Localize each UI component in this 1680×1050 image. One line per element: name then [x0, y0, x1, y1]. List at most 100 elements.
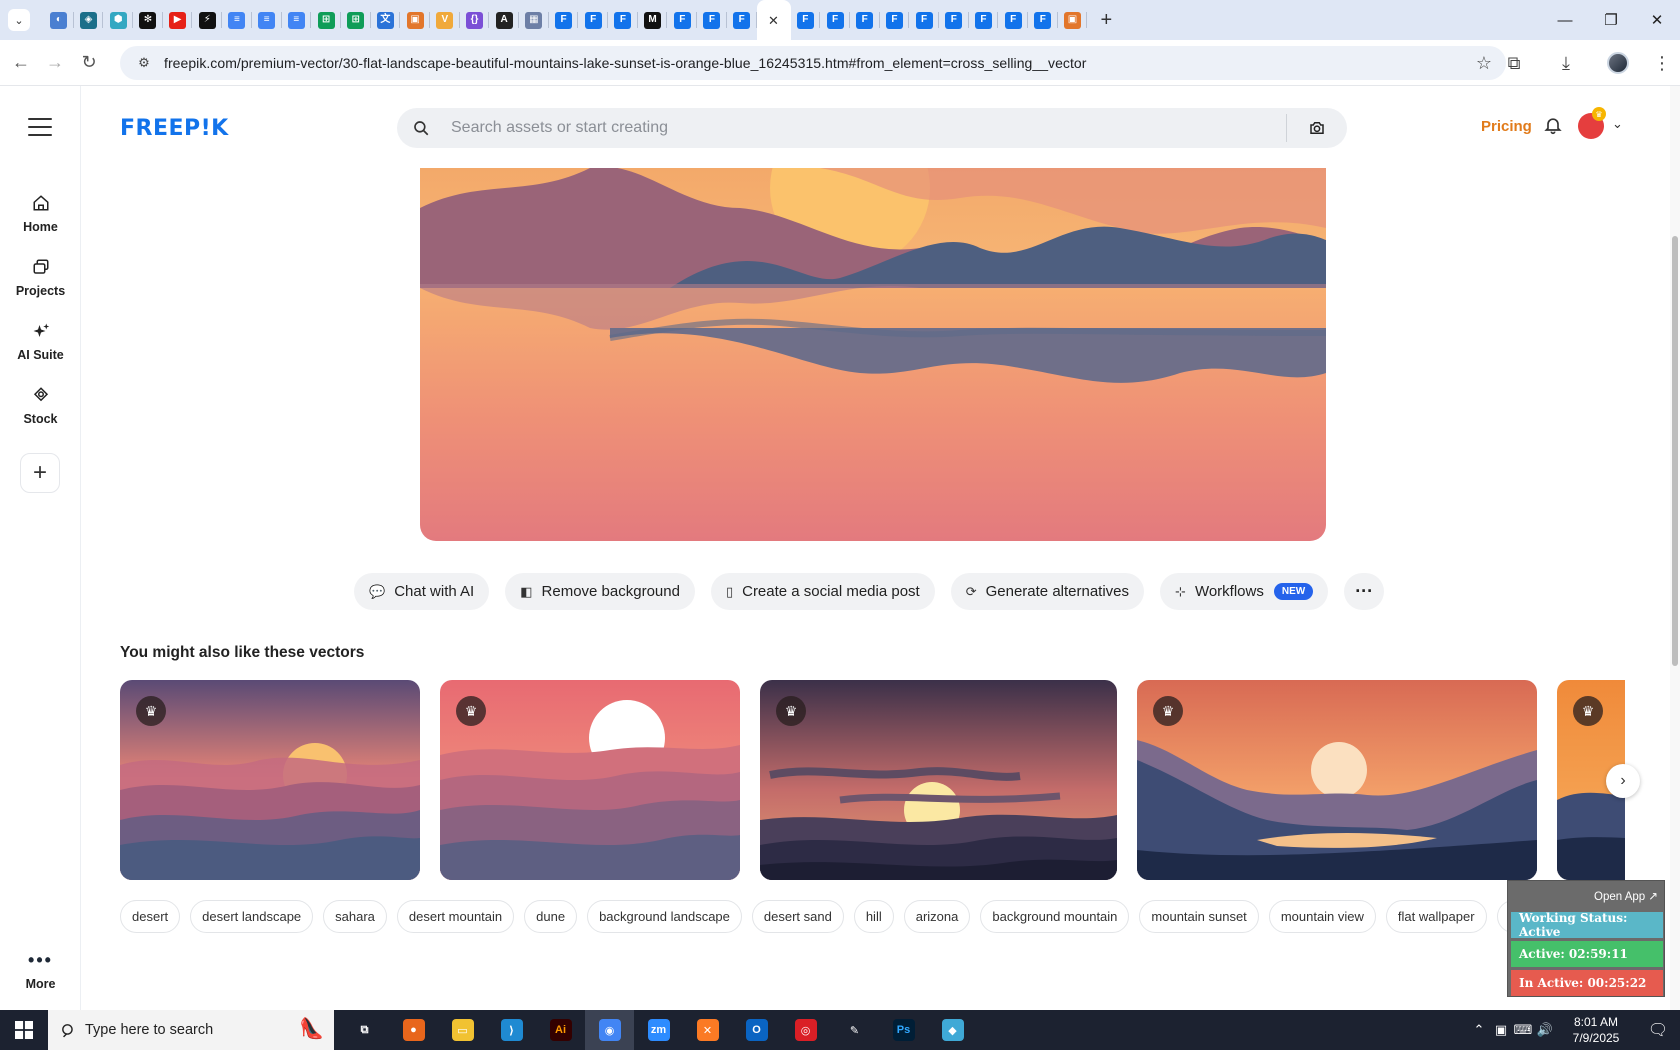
chat-with-ai-button[interactable]: 💬 Chat with AI: [354, 573, 490, 610]
browser-tab[interactable]: ⚡: [192, 0, 222, 40]
taskbar-app[interactable]: ◆: [928, 1010, 977, 1050]
download-icon[interactable]: ⤓: [1540, 53, 1592, 74]
page-scrollbar[interactable]: [1670, 86, 1680, 1010]
windows-start-button[interactable]: [0, 1010, 48, 1050]
tag-chip[interactable]: desert landscape: [190, 900, 314, 933]
add-button[interactable]: +: [20, 453, 60, 493]
browser-tab[interactable]: F: [820, 0, 850, 40]
tag-chip[interactable]: desert mountain: [396, 900, 515, 933]
taskbar-app[interactable]: ●: [389, 1010, 438, 1050]
browser-tab[interactable]: F: [880, 0, 910, 40]
sidebar-item-projects[interactable]: Projects: [0, 256, 81, 298]
taskbar-app[interactable]: Ai: [536, 1010, 585, 1050]
tag-chip[interactable]: mountain sunset: [1139, 900, 1259, 933]
new-tab-button[interactable]: +: [1093, 7, 1119, 33]
browser-tab[interactable]: F: [909, 0, 939, 40]
browser-tab[interactable]: 文: [371, 0, 401, 40]
taskbar-app[interactable]: ✎: [830, 1010, 879, 1050]
tab-search-button[interactable]: ⌄: [8, 9, 30, 31]
browser-tab[interactable]: F: [850, 0, 880, 40]
extensions-icon[interactable]: ⧉: [1488, 53, 1540, 74]
meet-now-icon[interactable]: ▣: [1490, 1022, 1512, 1038]
close-window-button[interactable]: ✕: [1634, 0, 1680, 40]
taskbar-app[interactable]: ✕: [683, 1010, 732, 1050]
browser-tab[interactable]: F: [608, 0, 638, 40]
taskbar-app[interactable]: ▭: [438, 1010, 487, 1050]
browser-tab[interactable]: F: [1028, 0, 1058, 40]
tag-chip[interactable]: desert sand: [751, 900, 844, 933]
taskbar-app[interactable]: zm: [634, 1010, 683, 1050]
tag-chip[interactable]: desert: [120, 900, 181, 933]
hamburger-menu-icon[interactable]: [28, 118, 52, 136]
volume-icon[interactable]: 🔊: [1534, 1022, 1556, 1038]
tag-chip[interactable]: arizona: [903, 900, 971, 933]
chevron-down-icon[interactable]: ⌄: [1612, 116, 1623, 132]
reload-button[interactable]: ↻: [72, 46, 106, 80]
freepik-logo[interactable]: FREEP!K: [120, 116, 229, 141]
browser-tab[interactable]: ▣: [1058, 0, 1088, 40]
chevron-up-icon[interactable]: ⌃: [1468, 1022, 1490, 1038]
notification-center-icon[interactable]: 🗨: [1636, 1020, 1680, 1040]
browser-tab[interactable]: F: [998, 0, 1028, 40]
scrollbar-thumb[interactable]: [1672, 236, 1678, 666]
more-actions-button[interactable]: ···: [1344, 573, 1385, 610]
back-button[interactable]: ←: [4, 46, 38, 80]
tag-chip[interactable]: dune: [524, 900, 578, 933]
taskbar-app[interactable]: ⟩: [487, 1010, 536, 1050]
site-info-icon[interactable]: ⚙: [128, 55, 160, 71]
browser-tab[interactable]: F: [578, 0, 608, 40]
carousel-next-button[interactable]: ›: [1606, 764, 1640, 798]
camera-search-icon[interactable]: [1287, 119, 1347, 137]
generate-alternatives-button[interactable]: ⟳ Generate alternatives: [950, 573, 1145, 610]
minimize-button[interactable]: —: [1542, 0, 1588, 40]
sidebar-item-stock[interactable]: Stock: [0, 384, 81, 426]
vector-preview-image[interactable]: [420, 168, 1326, 541]
sidebar-item-home[interactable]: Home: [0, 192, 81, 234]
browser-tab[interactable]: A: [489, 0, 519, 40]
browser-tab[interactable]: ⬢: [103, 0, 133, 40]
browser-tab[interactable]: M: [638, 0, 668, 40]
taskbar-clock[interactable]: 8:01 AM 7/9/2025: [1556, 1014, 1636, 1046]
tag-chip[interactable]: background landscape: [587, 900, 742, 933]
browser-tab[interactable]: F: [791, 0, 821, 40]
workflows-button[interactable]: ⊹ Workflows NEW: [1160, 573, 1329, 610]
related-card[interactable]: ♛: [440, 680, 740, 880]
taskbar-app[interactable]: Ps: [879, 1010, 928, 1050]
taskbar-app[interactable]: ◉: [585, 1010, 634, 1050]
address-bar[interactable]: ⚙ freepik.com/premium-vector/30-flat-lan…: [120, 46, 1506, 80]
browser-tab[interactable]: ⊞: [341, 0, 371, 40]
browser-tab[interactable]: ◐: [44, 0, 74, 40]
related-card[interactable]: ♛: [760, 680, 1117, 880]
browser-tab[interactable]: F: [697, 0, 727, 40]
related-card[interactable]: ♛: [120, 680, 420, 880]
browser-tab[interactable]: ✕: [756, 0, 791, 40]
browser-tab[interactable]: ▦: [519, 0, 549, 40]
tag-chip[interactable]: mountain view: [1268, 900, 1376, 933]
browser-tab[interactable]: V: [430, 0, 460, 40]
forward-button[interactable]: →: [38, 46, 72, 80]
taskbar-search[interactable]: Type here to search 👠: [48, 1010, 334, 1050]
search-input[interactable]: [445, 108, 1286, 148]
browser-tab[interactable]: ◈: [74, 0, 104, 40]
remove-background-button[interactable]: ◧ Remove background: [505, 573, 695, 610]
network-icon[interactable]: ⌨: [1512, 1022, 1534, 1038]
browser-tab[interactable]: ✻: [133, 0, 163, 40]
browser-tab[interactable]: ≡: [222, 0, 252, 40]
taskbar-app[interactable]: O: [732, 1010, 781, 1050]
browser-menu-icon[interactable]: ⋮: [1644, 53, 1680, 74]
browser-tab[interactable]: F: [969, 0, 999, 40]
profile-button[interactable]: [1592, 52, 1644, 74]
browser-tab[interactable]: F: [939, 0, 969, 40]
tag-chip[interactable]: background mountain: [980, 900, 1130, 933]
browser-tab[interactable]: F: [667, 0, 697, 40]
create-social-post-button[interactable]: ▯ Create a social media post: [710, 573, 935, 610]
browser-tab[interactable]: ▶: [163, 0, 193, 40]
browser-tab[interactable]: F: [727, 0, 757, 40]
sidebar-item-ai-suite[interactable]: AI Suite: [0, 320, 81, 362]
tag-chip[interactable]: flat wallpaper: [1385, 900, 1487, 933]
tag-chip[interactable]: sahara: [323, 900, 387, 933]
browser-tab[interactable]: {}: [460, 0, 490, 40]
related-card[interactable]: ♛: [1137, 680, 1537, 880]
notification-bell-icon[interactable]: [1543, 115, 1563, 140]
browser-tab[interactable]: ▣: [400, 0, 430, 40]
